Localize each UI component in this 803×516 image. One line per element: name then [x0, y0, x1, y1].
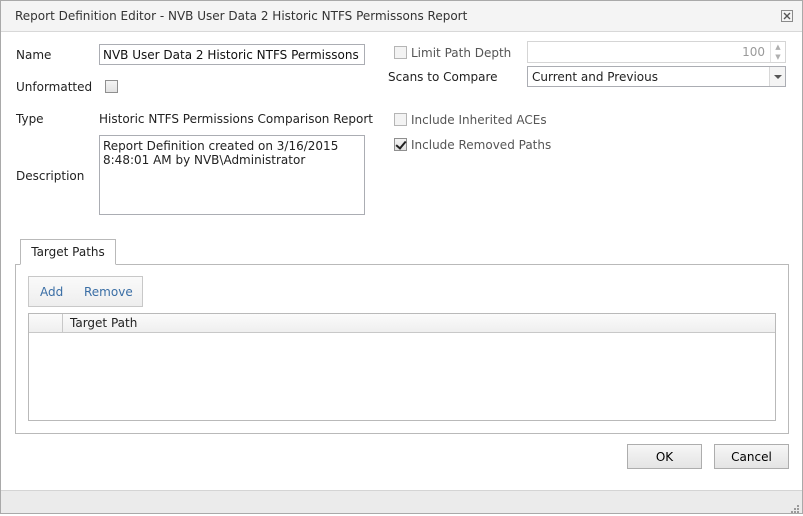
tab-target-paths[interactable]: Target Paths — [20, 239, 116, 265]
remove-button[interactable]: Remove — [84, 285, 133, 299]
limit-path-depth-checkbox[interactable] — [394, 46, 407, 59]
status-bar — [1, 490, 802, 513]
include-removed-paths-checkbox[interactable] — [394, 138, 407, 151]
unformatted-checkbox[interactable] — [105, 80, 118, 93]
name-input[interactable] — [99, 44, 365, 65]
grid-select-column[interactable] — [29, 314, 63, 332]
cancel-button[interactable]: Cancel — [714, 444, 789, 469]
limit-path-depth-label: Limit Path Depth — [411, 46, 512, 60]
window-title: Report Definition Editor - NVB User Data… — [15, 9, 468, 23]
title-bar[interactable]: Report Definition Editor - NVB User Data… — [1, 1, 802, 32]
name-label: Name — [16, 48, 52, 62]
report-definition-editor-dialog: Report Definition Editor - NVB User Data… — [0, 0, 803, 514]
target-paths-toolbar: Add Remove — [28, 276, 143, 307]
target-paths-panel: Add Remove Target Path — [15, 264, 789, 434]
path-depth-spinner[interactable]: 100 ▲ ▼ — [527, 41, 786, 63]
target-paths-grid[interactable]: Target Path — [28, 313, 776, 421]
spin-down-icon[interactable]: ▼ — [771, 52, 785, 62]
type-value: Historic NTFS Permissions Comparison Rep… — [99, 112, 373, 126]
ok-button[interactable]: OK — [627, 444, 702, 469]
grid-header: Target Path — [29, 314, 775, 333]
scans-to-compare-label: Scans to Compare — [388, 70, 498, 84]
description-textarea[interactable]: Report Definition created on 3/16/2015 8… — [99, 135, 365, 215]
unformatted-label: Unformatted — [16, 80, 93, 94]
chevron-down-icon[interactable] — [769, 67, 785, 86]
close-icon[interactable] — [780, 9, 794, 23]
include-removed-paths-label: Include Removed Paths — [411, 138, 552, 152]
scans-to-compare-value: Current and Previous — [532, 70, 658, 84]
spin-up-icon[interactable]: ▲ — [771, 42, 785, 52]
path-depth-value: 100 — [742, 45, 765, 59]
description-label: Description — [16, 169, 85, 183]
resize-grip-icon[interactable] — [791, 502, 799, 513]
spinner-buttons: ▲ ▼ — [770, 42, 785, 62]
include-inherited-aces-checkbox[interactable] — [394, 113, 407, 126]
column-header-target-path[interactable]: Target Path — [70, 316, 137, 330]
scans-to-compare-select[interactable]: Current and Previous — [527, 66, 786, 87]
type-label: Type — [16, 112, 44, 126]
add-button[interactable]: Add — [40, 285, 63, 299]
include-inherited-aces-label: Include Inherited ACEs — [411, 113, 547, 127]
